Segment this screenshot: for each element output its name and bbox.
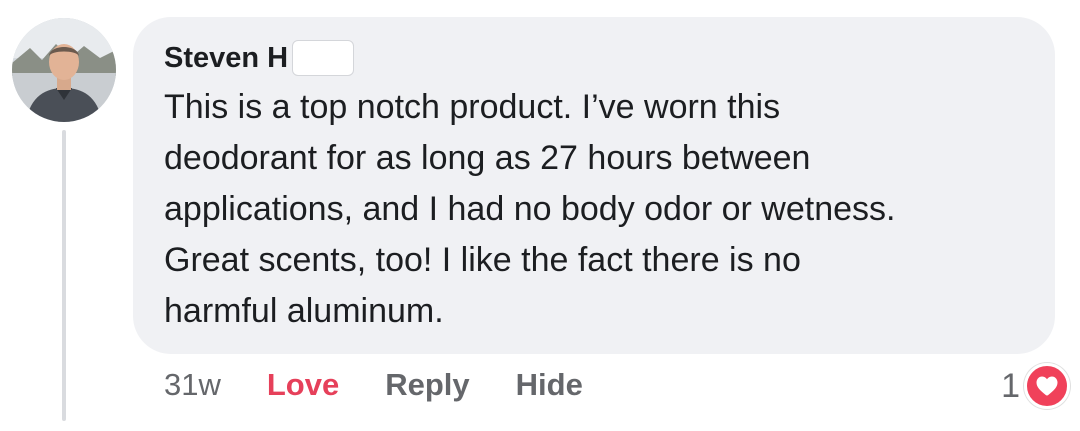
love-button[interactable]: Love: [267, 367, 339, 403]
comment-timestamp[interactable]: 31w: [164, 367, 221, 403]
reaction-count: 1: [1001, 366, 1020, 405]
comment-author[interactable]: Steven H: [164, 40, 355, 76]
author-name[interactable]: Steven H: [164, 42, 288, 75]
comment-text: This is a top notch product. I’ve worn t…: [164, 88, 896, 330]
avatar-photo: [12, 18, 116, 122]
comment-actions: 31w Love Reply Hide: [164, 367, 629, 403]
redaction-box: [292, 40, 355, 76]
thread-line: [62, 130, 66, 421]
reaction-summary[interactable]: 1: [1001, 363, 1070, 409]
heart-icon: [1024, 363, 1070, 409]
reply-button[interactable]: Reply: [385, 367, 469, 403]
hide-button[interactable]: Hide: [516, 367, 583, 403]
avatar[interactable]: [12, 18, 116, 122]
